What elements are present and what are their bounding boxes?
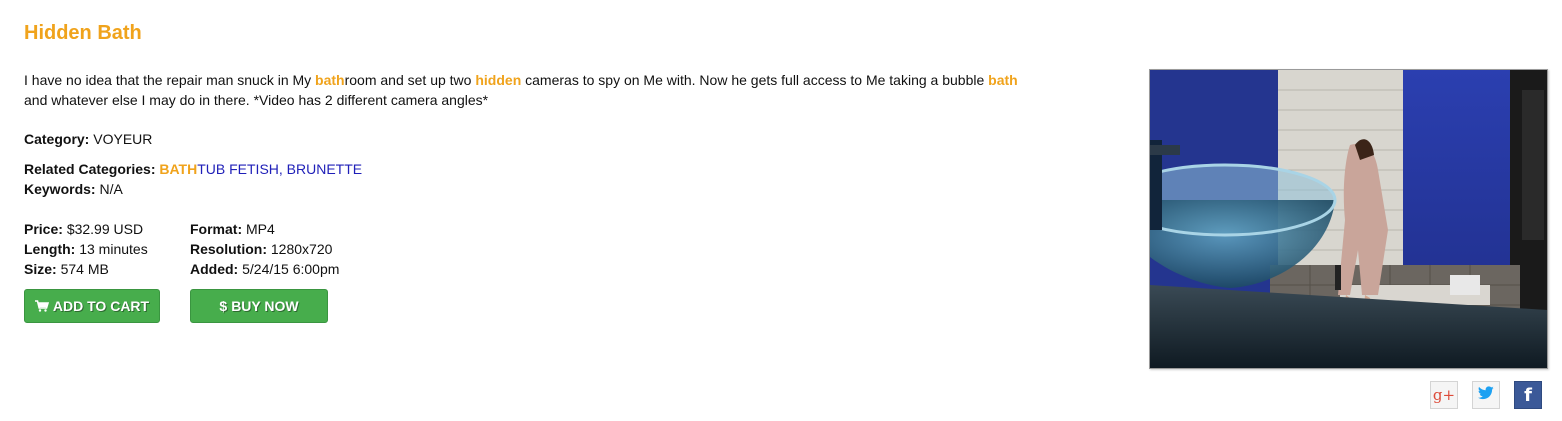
bathroom-scene-image [1150,70,1547,368]
description-highlight: bath [315,72,345,88]
google-plus-icon: g+ [1432,386,1456,404]
price-label: Price: [24,221,63,237]
related-categories-label: Related Categories: [24,161,156,177]
description-text: and whatever else I may do in there. *Vi… [24,92,489,108]
resolution-row: Resolution: 1280x720 [190,239,339,259]
product-title: Hidden Bath [24,22,142,44]
description-text: cameras to spy on Me with. Now he gets f… [521,72,989,88]
length-row: Length: 13 minutes [24,239,148,259]
add-to-cart-label: ADD TO CART [52,298,150,314]
price-row: Price: $32.99 USD [24,219,148,239]
product-thumbnail[interactable] [1149,69,1548,369]
related-category-highlight: BATH [159,161,198,177]
dollar-icon: $ [219,298,228,314]
details-right: Format: MP4 Resolution: 1280x720 Added: … [190,219,339,279]
format-value: MP4 [246,221,275,237]
details-left: Price: $32.99 USD Length: 13 minutes Siz… [24,219,148,279]
related-category-link[interactable]: BATHTUB FETISH, BRUNETTE [159,161,362,177]
add-to-cart-button[interactable]: ADD TO CART [24,289,160,323]
description-highlight: hidden [475,72,522,88]
format-row: Format: MP4 [190,219,339,239]
description-text: I have no idea that the repair man snuck… [24,72,316,88]
twitter-icon [1478,385,1494,405]
keywords-label: Keywords: [24,181,96,197]
added-row: Added: 5/24/15 6:00pm [190,259,339,279]
size-value: 574 MB [60,261,109,277]
category-label: Category: [24,131,90,147]
description-highlight: bath [988,72,1018,88]
google-plus-share-button[interactable]: g+ [1430,381,1458,409]
price-value: $32.99 USD [66,221,144,237]
added-value: 5/24/15 6:00pm [242,261,340,277]
length-label: Length: [24,241,76,257]
added-label: Added: [190,261,239,277]
product-description: I have no idea that the repair man snuck… [24,70,1024,110]
description-text: room and set up two [344,72,476,88]
buy-now-label: BUY NOW [231,298,299,314]
related-categories-row: Related Categories: BATHTUB FETISH, BRUN… [24,159,362,179]
facebook-icon: f [1524,384,1532,406]
facebook-share-button[interactable]: f [1514,381,1542,409]
keywords-value: N/A [99,181,123,197]
cart-icon [34,300,49,312]
resolution-value: 1280x720 [270,241,333,257]
buy-now-button[interactable]: $ BUY NOW [190,289,328,323]
resolution-label: Resolution: [190,241,267,257]
size-label: Size: [24,261,57,277]
length-value: 13 minutes [79,241,148,257]
category-value: VOYEUR [93,131,153,147]
related-category-text: TUB FETISH, BRUNETTE [197,161,363,177]
size-row: Size: 574 MB [24,259,148,279]
keywords-row: Keywords: N/A [24,179,123,199]
format-label: Format: [190,221,243,237]
category-row: Category: VOYEUR [24,129,152,149]
twitter-share-button[interactable] [1472,381,1500,409]
